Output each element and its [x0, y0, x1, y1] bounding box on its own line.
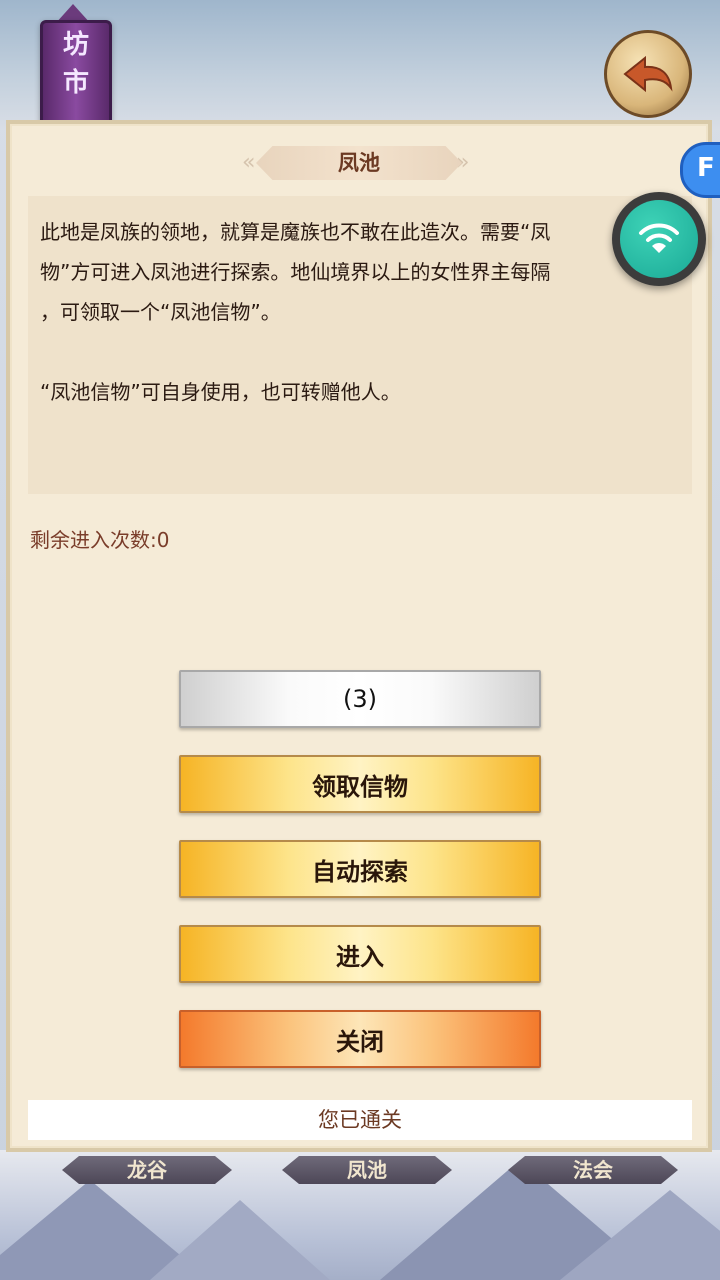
map-tab-phoenix-pool[interactable]: 凤池: [282, 1156, 452, 1184]
enter-button[interactable]: 进入: [179, 925, 541, 983]
remaining-entries: 剩余进入次数:0: [30, 524, 169, 553]
wifi-float-button[interactable]: [612, 192, 706, 286]
close-button[interactable]: 关闭: [179, 1010, 541, 1068]
assistant-letter: F: [697, 153, 715, 183]
market-button[interactable]: 坊 市: [40, 20, 112, 126]
mountain-shape: [560, 1190, 720, 1280]
cleared-status: 您已通关: [28, 1100, 692, 1140]
remaining-count: 0: [156, 528, 170, 552]
description-box: 此地是凤族的领地，就算是魔族也不敢在此造次。需要“凤 物”方可进入凤池进行探索。…: [28, 196, 692, 494]
market-label-2: 市: [62, 68, 89, 98]
assistant-float-button[interactable]: F: [680, 142, 720, 198]
mountain-shape: [150, 1200, 330, 1280]
description-line: “凤池信物”可自身使用，也可转赠他人。: [40, 380, 401, 404]
description-line: 此地是凤族的领地，就算是魔族也不敢在此造次。需要“凤: [40, 220, 551, 244]
ribbon-left-ornament: «: [242, 150, 256, 175]
back-button[interactable]: [604, 30, 692, 118]
market-label-1: 坊: [62, 30, 89, 60]
description-line: ，可领取一个“凤池信物”。: [40, 300, 281, 324]
map-tab-dharma-assembly[interactable]: 法会: [508, 1156, 678, 1184]
dialog-title: 凤池: [256, 146, 462, 180]
claim-token-button[interactable]: 领取信物: [179, 755, 541, 813]
countdown-button[interactable]: (3): [179, 670, 541, 728]
back-arrow-icon: [623, 55, 673, 93]
map-tab-dragon-valley[interactable]: 龙谷: [62, 1156, 232, 1184]
wifi-icon: [639, 223, 679, 253]
description-line: 物”方可进入凤池进行探索。地仙境界以上的女性界主每隔: [40, 260, 551, 284]
remaining-label: 剩余进入次数:: [30, 528, 157, 552]
auto-explore-button[interactable]: 自动探索: [179, 840, 541, 898]
